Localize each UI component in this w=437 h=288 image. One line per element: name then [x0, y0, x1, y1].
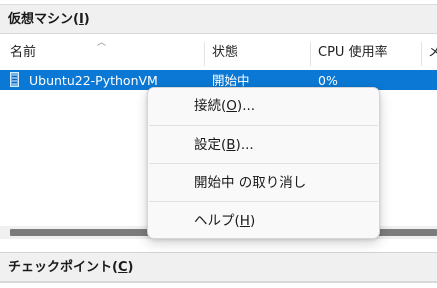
column-header-cpu[interactable]: CPU 使用率 [318, 38, 388, 66]
menu-separator [149, 163, 378, 164]
menu-item-help[interactable]: ヘルプ(H) [148, 206, 379, 236]
checkpoint-list [0, 282, 437, 288]
menu-separator [149, 125, 378, 126]
checkpoint-pane-title: チェックポイント( [8, 260, 118, 275]
checkpoint-pane-header[interactable]: チェックポイント(C) [0, 252, 437, 282]
menu-item-settings-label: 設定( [194, 137, 227, 153]
column-header-row: ︿ 名前 状態 CPU 使用率 メ [0, 38, 437, 66]
vm-pane-header[interactable]: 仮想マシン(I) [0, 4, 437, 34]
menu-item-settings-key: B [226, 137, 236, 153]
column-header-name[interactable]: 名前 [10, 38, 36, 66]
column-divider[interactable] [310, 42, 311, 66]
checkpoint-pane-title-end: ) [127, 260, 134, 275]
menu-item-help-label: ヘルプ( [194, 213, 240, 229]
column-header-more[interactable]: メ [428, 38, 437, 66]
sort-up-icon: ︿ [97, 38, 107, 48]
vm-pane-title: 仮想マシン( [8, 12, 79, 27]
menu-item-settings[interactable]: 設定(B)... [148, 130, 379, 160]
context-menu: 接続(O)... 設定(B)... 開始中 の取り消し ヘルプ(H) [147, 87, 380, 239]
menu-item-cancel-start-label: 開始中 の取り消し [194, 175, 307, 191]
menu-item-help-suffix: ) [249, 213, 256, 229]
menu-separator [149, 201, 378, 202]
checkpoint-pane-title-key: C [117, 260, 128, 275]
menu-item-connect-suffix: )... [236, 98, 256, 114]
menu-item-connect-label: 接続( [194, 98, 227, 114]
menu-item-cancel-start[interactable]: 開始中 の取り消し [148, 168, 379, 198]
column-header-state[interactable]: 状態 [212, 38, 238, 66]
menu-item-connect[interactable]: 接続(O)... [148, 91, 379, 121]
menu-item-settings-suffix: )... [235, 137, 254, 153]
vm-pane-title-end: ) [83, 12, 90, 27]
vm-name-cell: Ubuntu22-PythonVM [29, 73, 158, 88]
column-divider[interactable] [204, 42, 205, 66]
menu-item-help-key: H [239, 213, 250, 229]
menu-item-connect-key: O [226, 98, 237, 114]
column-divider[interactable] [421, 42, 422, 66]
vm-icon [10, 72, 19, 87]
